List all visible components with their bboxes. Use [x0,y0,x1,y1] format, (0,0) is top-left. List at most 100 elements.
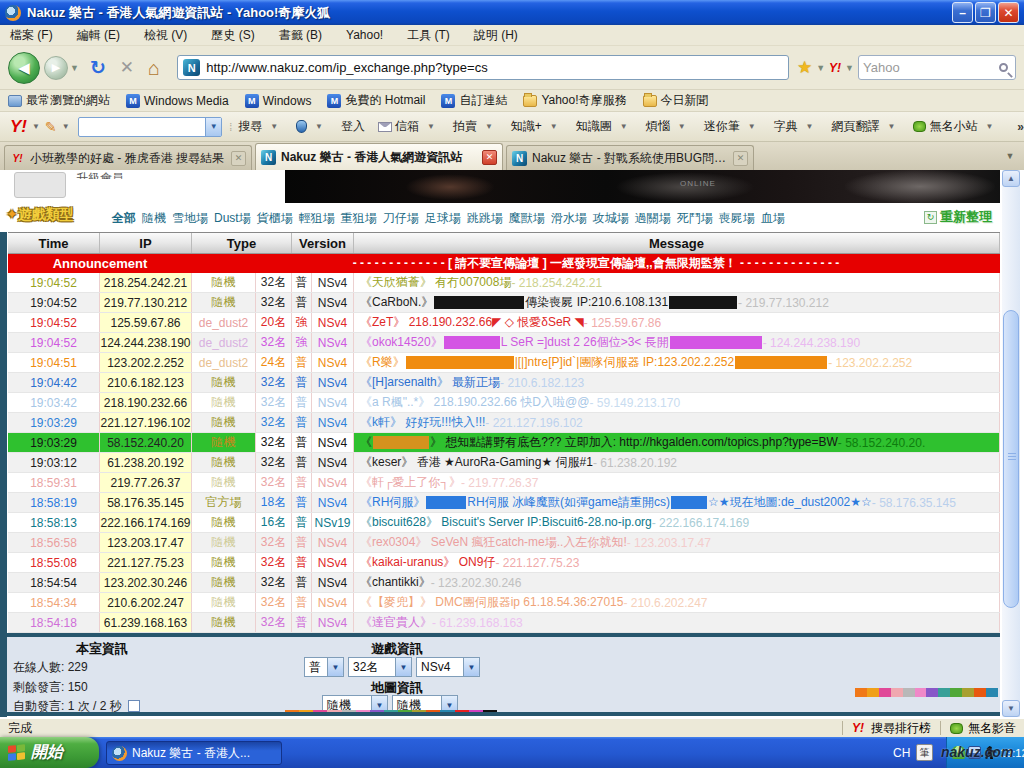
category-link[interactable]: 滑水場 [551,211,587,225]
palette-color[interactable] [986,688,998,697]
bookmark-item[interactable]: MWindows Media [126,94,229,108]
bookmark-item[interactable]: M免費的 Hotmail [327,92,425,109]
yahoo-toolbar-item[interactable]: 登入 [341,118,365,135]
bookmark-item[interactable]: 最常瀏覽的網站 [8,92,110,109]
category-link[interactable]: 死鬥場 [677,211,713,225]
browser-tab[interactable]: NNakuz 樂古 - 香港人氣網遊資訊站✕ [255,143,503,170]
scroll-down-button[interactable]: ▼ [1002,700,1020,717]
start-button[interactable]: 開始 [0,737,99,768]
minimize-button[interactable]: – [952,2,973,23]
palette-color[interactable] [855,688,867,697]
yahoo-toolbar-item[interactable]: 拍賣▼ [453,118,498,135]
bookmark-star-icon[interactable]: ★ [797,57,812,78]
menu-item[interactable]: 工具 (T) [407,27,450,44]
pencil-icon[interactable]: ✎ [45,119,57,135]
menu-item[interactable]: 檔案 (F) [10,27,53,44]
select-arrow-icon[interactable]: ▼ [463,658,479,676]
yahoo-rank-icon[interactable]: Y! [852,721,864,735]
mode-select[interactable]: 普▼ [304,657,344,677]
menu-item[interactable]: 檢視 (V) [144,27,187,44]
scroll-up-button[interactable]: ▲ [1002,170,1020,187]
category-link[interactable]: 魔獸場 [509,211,545,225]
refresh-button[interactable]: ↻ 重新整理 [924,208,992,226]
palette-color[interactable] [926,688,938,697]
category-link[interactable]: 貨櫃場 [257,211,293,225]
category-link[interactable]: 刀仔場 [383,211,419,225]
palette-color[interactable] [950,688,962,697]
dropdown-arrow-icon[interactable]: ▼ [887,122,895,131]
yahoo-toolbar-item[interactable]: 字典▼ [774,118,819,135]
ime-icon[interactable]: 筆 [916,744,933,761]
bookmark-item[interactable]: Yahoo!奇摩服務 [523,92,626,109]
bookmark-item[interactable]: 今日新聞 [643,92,709,109]
category-link[interactable]: 雪地場 [172,211,208,225]
dropdown-arrow-icon[interactable]: ▼ [270,122,278,131]
category-link[interactable]: 跳跳場 [467,211,503,225]
menu-item[interactable]: 說明 (H) [474,27,518,44]
tab-close-icon[interactable]: ✕ [482,150,497,165]
yahoo-toolbar-item[interactable]: 網頁翻譯▼ [831,118,900,135]
color-palette-strip-right[interactable] [855,688,998,697]
reload-button[interactable]: ↻ [90,58,106,77]
url-text[interactable]: http://www.nakuz.com/ip_exchange.php?typ… [206,60,487,75]
yahoo-toolbar-item[interactable]: ▼ [296,120,328,133]
count-select[interactable]: 32名▼ [348,657,412,677]
yahoo-toolbar-item[interactable]: 信箱▼ [378,118,440,135]
category-link[interactable]: Dust場 [214,211,251,225]
yahoo-toolbar-item[interactable]: 無名小站▼ [913,118,998,135]
dropdown-arrow-icon[interactable]: ▼ [620,122,628,131]
yahoo-toolbar-item[interactable]: 迷你筆▼ [704,118,761,135]
category-link[interactable]: 攻城場 [593,211,629,225]
toolbar-overflow-chevron[interactable]: » [1017,120,1024,134]
back-button[interactable]: ◀ [8,52,40,84]
wretch-label[interactable]: 無名影音 [968,720,1016,737]
category-link[interactable]: 輕狙場 [299,211,335,225]
category-link[interactable]: 過關場 [635,211,671,225]
tab-close-icon[interactable]: ✕ [733,151,748,166]
dropdown-arrow-icon[interactable]: ▼ [806,122,814,131]
banner-image[interactable]: ONLINE [285,170,1000,203]
scrollbar-thumb[interactable] [1003,310,1019,608]
dropdown-arrow-icon[interactable]: ▼ [427,122,435,131]
browser-tab[interactable]: NNakuz 樂古 - 對戰系統使用BUG問…✕ [506,145,754,170]
dropdown-arrow-icon[interactable]: ▼ [678,122,686,131]
dropdown-arrow-icon[interactable]: ▼ [485,122,493,131]
pencil-dropdown[interactable]: ▼ [62,122,70,131]
url-field[interactable]: N http://www.nakuz.com/ip_exchange.php?t… [177,55,789,80]
palette-color[interactable] [974,688,986,697]
bookmark-item[interactable]: M自訂連結 [441,92,507,109]
forward-button[interactable]: ▶ [44,56,68,80]
bookmark-item[interactable]: MWindows [245,94,312,108]
category-link[interactable]: 足球場 [425,211,461,225]
yahoo-toolbar-search-input[interactable]: ▼ [78,117,223,137]
category-link[interactable]: 隨機 [142,211,166,225]
wretch-icon[interactable] [950,723,963,734]
history-dropdown-icon[interactable]: ▼ [70,63,79,73]
yahoo-logo[interactable]: Y! [10,117,27,137]
yahoo-logo-dropdown[interactable]: ▼ [32,122,40,131]
yahoo-rank-label[interactable]: 搜尋排行榜 [871,720,931,737]
menu-item[interactable]: 編輯 (E) [77,27,120,44]
category-link[interactable]: 全部 [112,211,136,225]
stop-button[interactable]: ✕ [120,59,134,76]
menu-item[interactable]: Yahoo! [346,28,383,42]
dropdown-arrow-icon[interactable]: ▼ [748,122,756,131]
maximize-button[interactable]: ❐ [975,2,996,23]
dropdown-arrow-icon[interactable]: ▼ [315,122,323,131]
search-box[interactable]: Yahoo [858,55,1016,80]
yahoo-toolbar-item[interactable]: 知識+▼ [511,118,563,135]
yahoo-toolbar-item[interactable]: 煩惱▼ [646,118,691,135]
palette-color[interactable] [879,688,891,697]
yahoo-search-logo[interactable]: Y! [829,61,841,75]
yahoo-toolbar-item[interactable]: 知識團▼ [576,118,633,135]
palette-color[interactable] [903,688,915,697]
home-button[interactable]: ⌂ [148,58,160,78]
search-input-dropdown[interactable]: ▼ [205,118,221,136]
language-indicator[interactable]: CH 筆 [893,737,933,768]
taskbar-window-button[interactable]: Nakuz 樂古 - 香港人... [106,741,282,765]
auto-message-checkbox[interactable] [128,700,140,712]
palette-color[interactable] [962,688,974,697]
category-link[interactable]: 喪屍場 [719,211,755,225]
menu-item[interactable]: 書籤 (B) [279,27,322,44]
select-arrow-icon[interactable]: ▼ [395,658,411,676]
